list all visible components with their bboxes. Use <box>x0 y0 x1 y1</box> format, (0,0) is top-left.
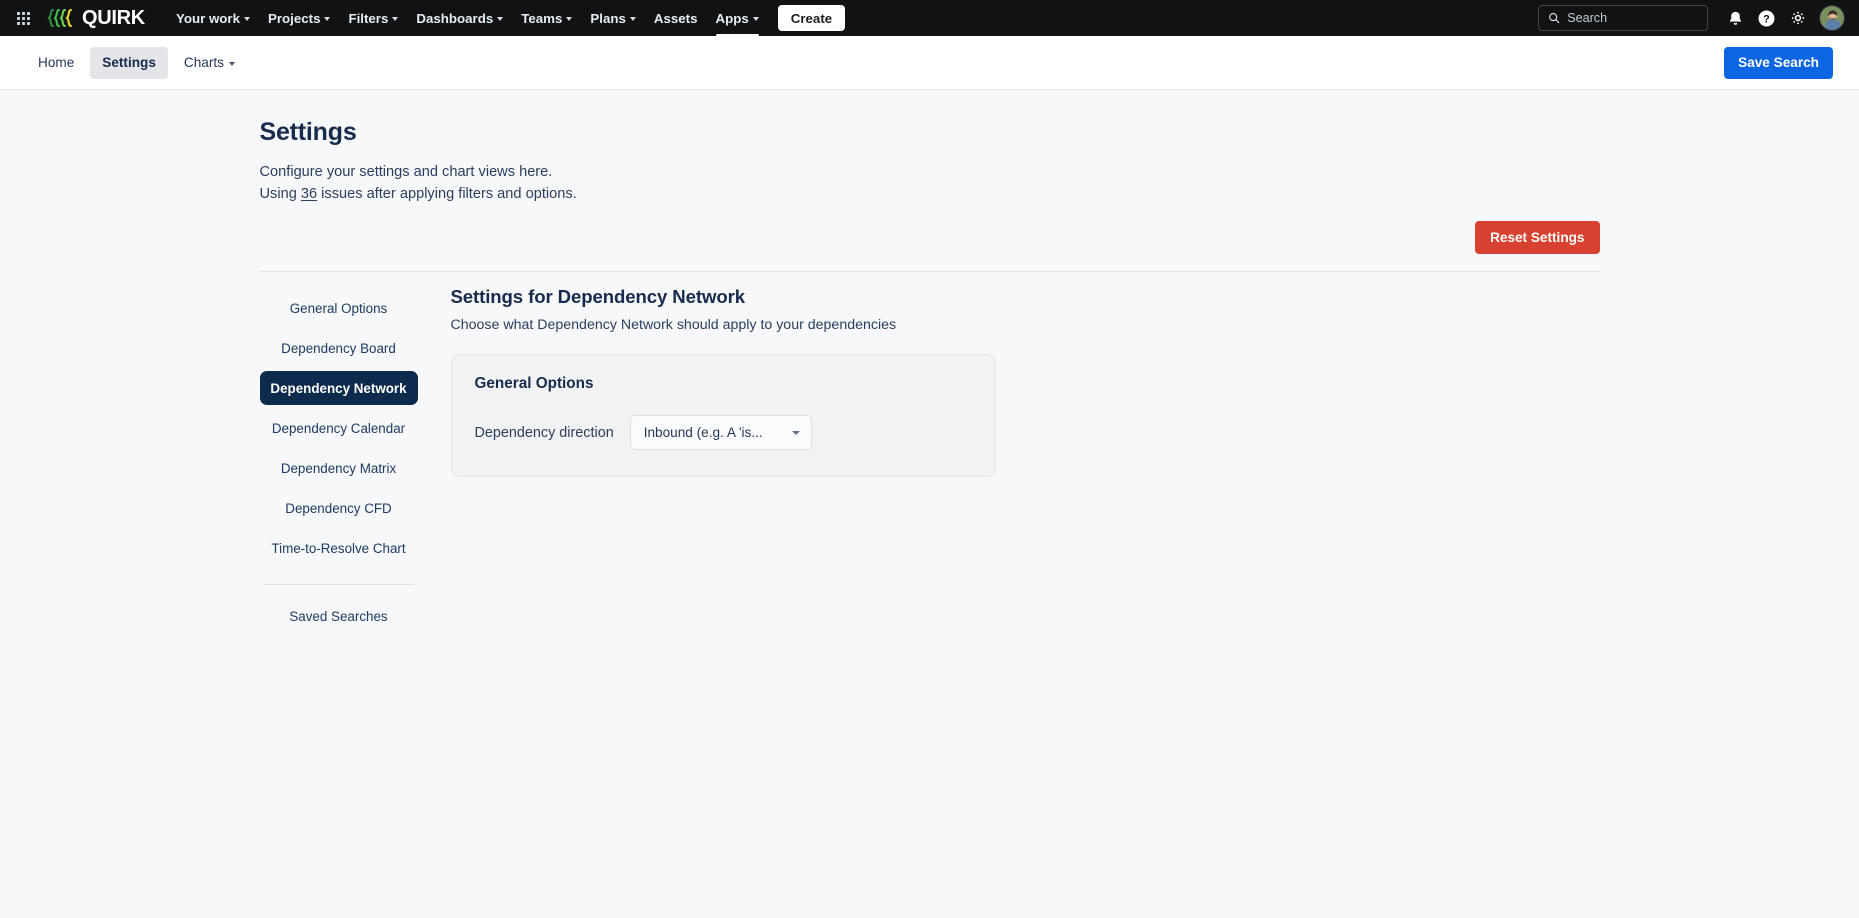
search-input[interactable] <box>1567 11 1698 25</box>
search-box[interactable] <box>1538 5 1708 31</box>
nav-item-apps[interactable]: Apps <box>707 4 768 36</box>
dependency-direction-value: Inbound (e.g. A 'is... <box>643 425 763 441</box>
dependency-direction-dropdown[interactable]: Inbound (e.g. A 'is... <box>629 415 812 451</box>
nav-item-label: Filters <box>348 10 389 26</box>
gear-icon <box>1791 11 1804 25</box>
sidebar-item-dependency-matrix[interactable]: Dependency Matrix <box>260 451 418 485</box>
nav-item-label: Apps <box>715 10 749 26</box>
general-options-card-title: General Options <box>474 375 594 393</box>
brand-logo[interactable]: QUIRK <box>47 8 145 28</box>
subnav-item-label: Home <box>38 55 75 70</box>
sidebar-item-dependency-network[interactable]: Dependency Network <box>259 371 418 406</box>
page-description-block: Configure your settings and chart views … <box>260 161 1600 205</box>
search-icon <box>1549 13 1560 24</box>
settings-button[interactable] <box>1782 3 1813 34</box>
chevron-down-icon <box>392 16 399 21</box>
sidebar-item-label: Dependency CFD <box>285 500 392 516</box>
topnav-right-group: ? <box>1538 3 1845 34</box>
settings-side-menu: General Options Dependency Board Depende… <box>259 286 418 639</box>
quirk-logo-mark-icon <box>47 8 73 28</box>
settings-main-panel: Settings for Dependency Network Choose w… <box>418 286 1600 478</box>
subnav-item-label: Settings <box>102 55 156 70</box>
chevron-down-icon <box>228 61 235 66</box>
nav-item-label: Plans <box>590 10 626 26</box>
nav-item-projects[interactable]: Projects <box>259 4 339 32</box>
settings-panel-heading: Settings for Dependency Network <box>450 286 746 308</box>
subnav-item-home[interactable]: Home <box>26 47 86 79</box>
app-switcher-button[interactable] <box>8 3 38 33</box>
nav-item-label: Your work <box>175 10 240 26</box>
bell-icon <box>1729 11 1742 25</box>
general-options-card: General Options Dependency direction Inb… <box>450 354 996 478</box>
sidebar-item-label: Saved Searches <box>289 608 388 624</box>
top-navigation-bar: QUIRK Your work Projects Filters Dashboa… <box>0 0 1859 36</box>
subnav-item-label: Charts <box>183 55 224 70</box>
primary-nav-items: Your work Projects Filters Dashboards Te… <box>167 4 768 36</box>
usage-issue-count: 36 <box>300 186 318 203</box>
chevron-down-icon <box>566 16 573 21</box>
nav-item-assets[interactable]: Assets <box>645 4 707 32</box>
sidebar-item-dependency-calendar[interactable]: Dependency Calendar <box>260 411 418 445</box>
sidebar-item-general-options[interactable]: General Options <box>260 291 418 325</box>
reset-settings-row: Reset Settings <box>260 221 1600 255</box>
create-button[interactable]: Create <box>777 5 846 31</box>
sidebar-item-time-to-resolve-chart[interactable]: Time-to-Resolve Chart <box>260 531 418 565</box>
sidebar-item-dependency-cfd[interactable]: Dependency CFD <box>260 491 418 525</box>
usage-suffix: issues after applying filters and option… <box>317 186 577 203</box>
page-title: Settings <box>259 118 357 146</box>
sidebar-item-label: General Options <box>289 300 388 316</box>
chevron-down-icon <box>752 16 759 21</box>
sidebar-item-label: Time-to-Resolve Chart <box>271 540 406 556</box>
nav-item-label: Dashboards <box>416 10 494 26</box>
usage-prefix: Using <box>259 186 301 203</box>
brand-name: QUIRK <box>82 7 145 29</box>
subnav-item-charts[interactable]: Charts <box>172 47 247 79</box>
settings-panel-description: Choose what Dependency Network should ap… <box>450 317 897 334</box>
grid-apps-icon <box>16 11 30 25</box>
nav-item-label: Teams <box>521 10 563 26</box>
save-search-button[interactable]: Save Search <box>1724 46 1833 79</box>
secondary-navigation-bar: Home Settings Charts Save Search <box>0 36 1859 90</box>
nav-item-label: Assets <box>653 10 698 26</box>
sidebar-divider <box>263 584 414 586</box>
sidebar-item-label: Dependency Calendar <box>271 420 406 436</box>
sidebar-item-saved-searches[interactable]: Saved Searches <box>260 599 418 633</box>
nav-item-label: Projects <box>267 10 321 26</box>
chevron-down-icon <box>243 16 250 21</box>
chevron-down-icon <box>791 430 800 435</box>
page-body: Settings Configure your settings and cha… <box>0 90 1859 918</box>
sidebar-item-label: Dependency Network <box>270 380 407 396</box>
svg-text:?: ? <box>1763 13 1770 25</box>
nav-item-plans[interactable]: Plans <box>581 4 644 32</box>
dependency-direction-row: Dependency direction Inbound (e.g. A 'is… <box>474 415 972 451</box>
chevron-down-icon <box>629 16 636 21</box>
nav-item-dashboards[interactable]: Dashboards <box>407 4 512 32</box>
nav-item-filters[interactable]: Filters <box>339 4 407 32</box>
settings-layout: General Options Dependency Board Depende… <box>259 272 1600 639</box>
chevron-down-icon <box>324 16 331 21</box>
user-avatar[interactable] <box>1819 5 1845 31</box>
help-button[interactable]: ? <box>1751 3 1782 34</box>
reset-settings-button[interactable]: Reset Settings <box>1475 221 1600 255</box>
notifications-button[interactable] <box>1720 3 1751 34</box>
page-description: Configure your settings and chart views … <box>259 164 553 180</box>
page-content-container: Settings Configure your settings and cha… <box>259 90 1600 639</box>
page-usage-line: Using 36 issues after applying filters a… <box>260 183 1600 205</box>
help-circle-icon: ? <box>1758 10 1775 26</box>
sidebar-item-label: Dependency Board <box>281 340 396 356</box>
chevron-down-icon <box>497 16 504 21</box>
nav-item-your-work[interactable]: Your work <box>167 4 259 32</box>
subnav-item-settings[interactable]: Settings <box>90 46 168 79</box>
dependency-direction-label: Dependency direction <box>474 424 614 441</box>
sidebar-item-label: Dependency Matrix <box>280 460 397 476</box>
avatar-image <box>1820 6 1844 30</box>
subnav-items: Home Settings Charts <box>26 46 247 79</box>
sidebar-item-dependency-board[interactable]: Dependency Board <box>260 331 418 365</box>
nav-item-teams[interactable]: Teams <box>512 4 581 32</box>
